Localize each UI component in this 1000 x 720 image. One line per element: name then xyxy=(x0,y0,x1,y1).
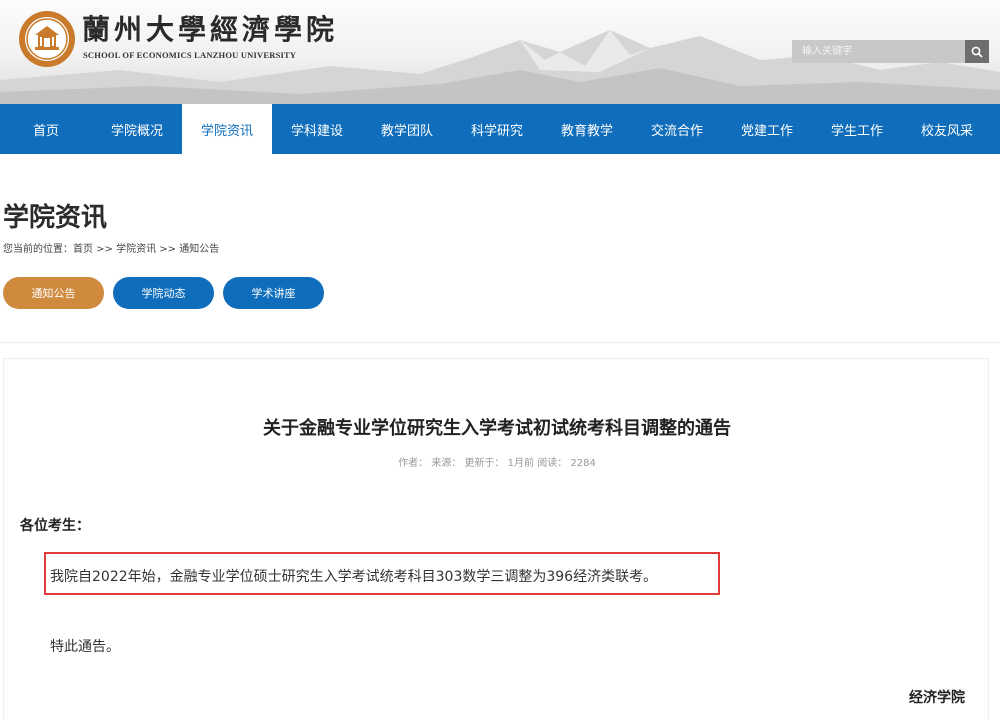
article-greeting: 各位考生： xyxy=(20,518,90,534)
section-divider xyxy=(0,342,1000,343)
nav-item-students[interactable]: 学生工作 xyxy=(812,104,902,154)
logo-title: 蘭州大學經濟學院 xyxy=(82,13,339,46)
tab-news[interactable]: 学院动态 xyxy=(113,277,214,309)
nav-item-home[interactable]: 首页 xyxy=(0,104,92,154)
nav-item-alumni[interactable]: 校友风采 xyxy=(902,104,992,154)
site-header: 蘭州大學經濟學院 SCHOOL OF ECONOMICS LANZHOU UNI… xyxy=(0,0,1000,104)
nav-item-research[interactable]: 科学研究 xyxy=(452,104,542,154)
search-button[interactable] xyxy=(965,40,989,63)
main-nav: 首页 学院概况 学院资讯 学科建设 教学团队 科学研究 教育教学 交流合作 党建… xyxy=(0,104,1000,154)
article-closing: 特此通告。 xyxy=(50,639,120,655)
nav-item-faculty[interactable]: 教学团队 xyxy=(362,104,452,154)
category-tabs: 通知公告 学院动态 学术讲座 xyxy=(3,277,333,309)
nav-item-news[interactable]: 学院资讯 xyxy=(182,104,272,154)
nav-item-overview[interactable]: 学院概况 xyxy=(92,104,182,154)
nav-item-party[interactable]: 党建工作 xyxy=(722,104,812,154)
article-title: 关于金融专业学位研究生入学考试初试统考科目调整的通告 xyxy=(263,418,731,439)
nav-item-disciplines[interactable]: 学科建设 xyxy=(272,104,362,154)
search-icon xyxy=(971,46,983,58)
tab-lectures[interactable]: 学术讲座 xyxy=(223,277,324,309)
article-meta: 作者： 来源： 更新于： 1月前 阅读： 2284 xyxy=(398,458,596,469)
article-body: 我院自2022年始，金融专业学位硕士研究生入学考试统考科目303数学三调整为39… xyxy=(50,569,658,585)
breadcrumb: 您当前的位置：首页 >> 学院资讯 >> 通知公告 xyxy=(3,244,220,255)
page-title: 学院资讯 xyxy=(3,203,108,233)
logo-subtitle: SCHOOL OF ECONOMICS LANZHOU UNIVERSITY xyxy=(83,50,297,60)
search-input[interactable] xyxy=(792,40,965,63)
tab-notices[interactable]: 通知公告 xyxy=(3,277,104,309)
nav-item-exchange[interactable]: 交流合作 xyxy=(632,104,722,154)
nav-item-education[interactable]: 教育教学 xyxy=(542,104,632,154)
search-bar xyxy=(792,40,989,63)
university-seal-logo xyxy=(19,11,75,67)
article-signature: 经济学院 xyxy=(909,690,965,706)
article-panel: 关于金融专业学位研究生入学考试初试统考科目调整的通告 作者： 来源： 更新于： … xyxy=(3,358,989,720)
